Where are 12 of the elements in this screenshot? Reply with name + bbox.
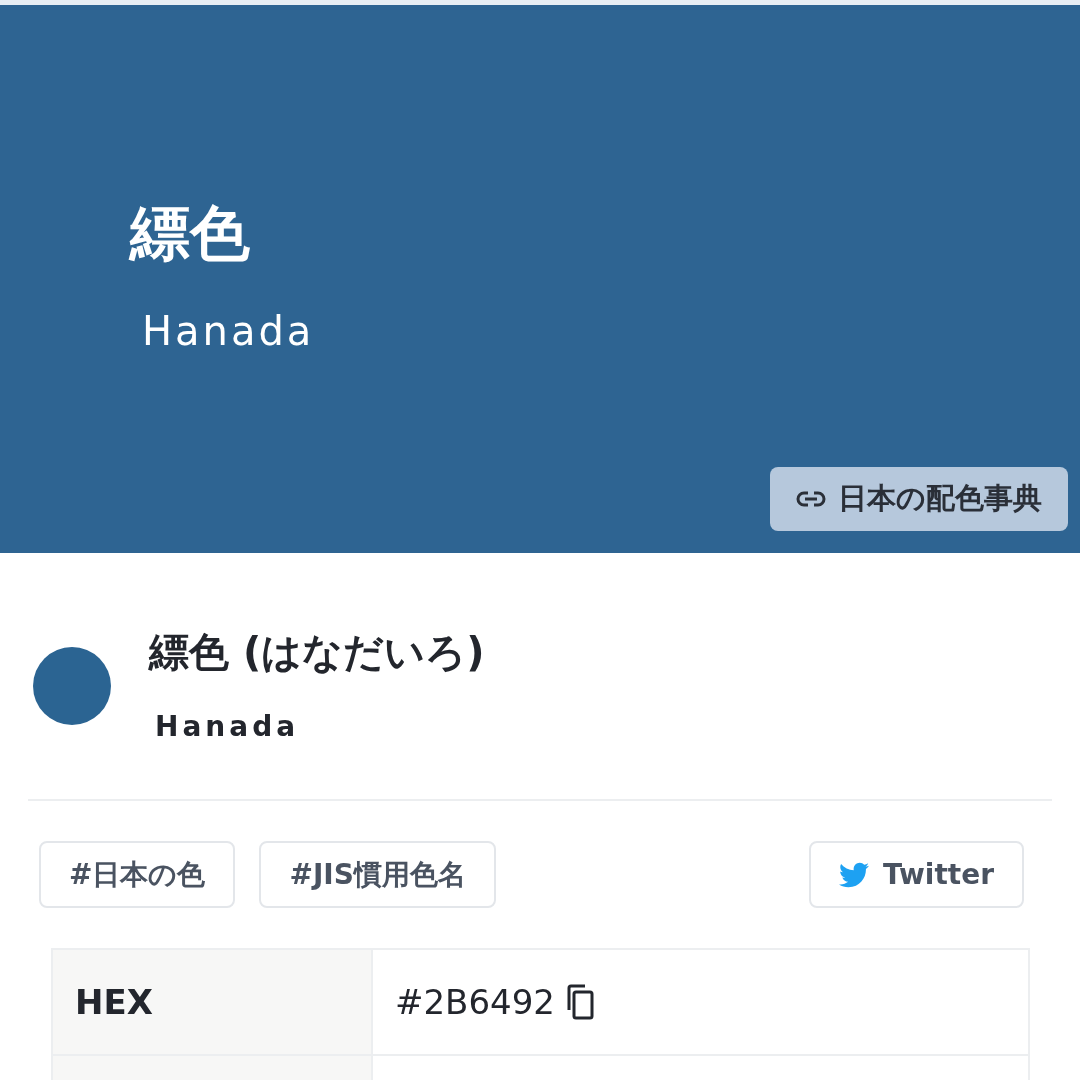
link-icon bbox=[796, 491, 826, 507]
table-header-cell: HEX bbox=[53, 950, 373, 1056]
tag-link[interactable]: #日本の色 bbox=[39, 841, 236, 908]
copy-icon[interactable] bbox=[565, 984, 595, 1020]
dictionary-link-button[interactable]: 日本の配色事典 bbox=[770, 467, 1068, 531]
twitter-share-button[interactable]: Twitter bbox=[808, 841, 1024, 908]
hero-romaji: Hanada bbox=[142, 311, 315, 351]
color-name: 縹色 (はなだいろ) bbox=[149, 628, 485, 677]
hex-value: #2B6492 bbox=[395, 982, 555, 1022]
hero-title: 縹色 bbox=[130, 203, 250, 263]
tag-link[interactable]: #JIS慣用色名 bbox=[259, 841, 496, 908]
color-romaji: Hanada bbox=[155, 710, 300, 743]
